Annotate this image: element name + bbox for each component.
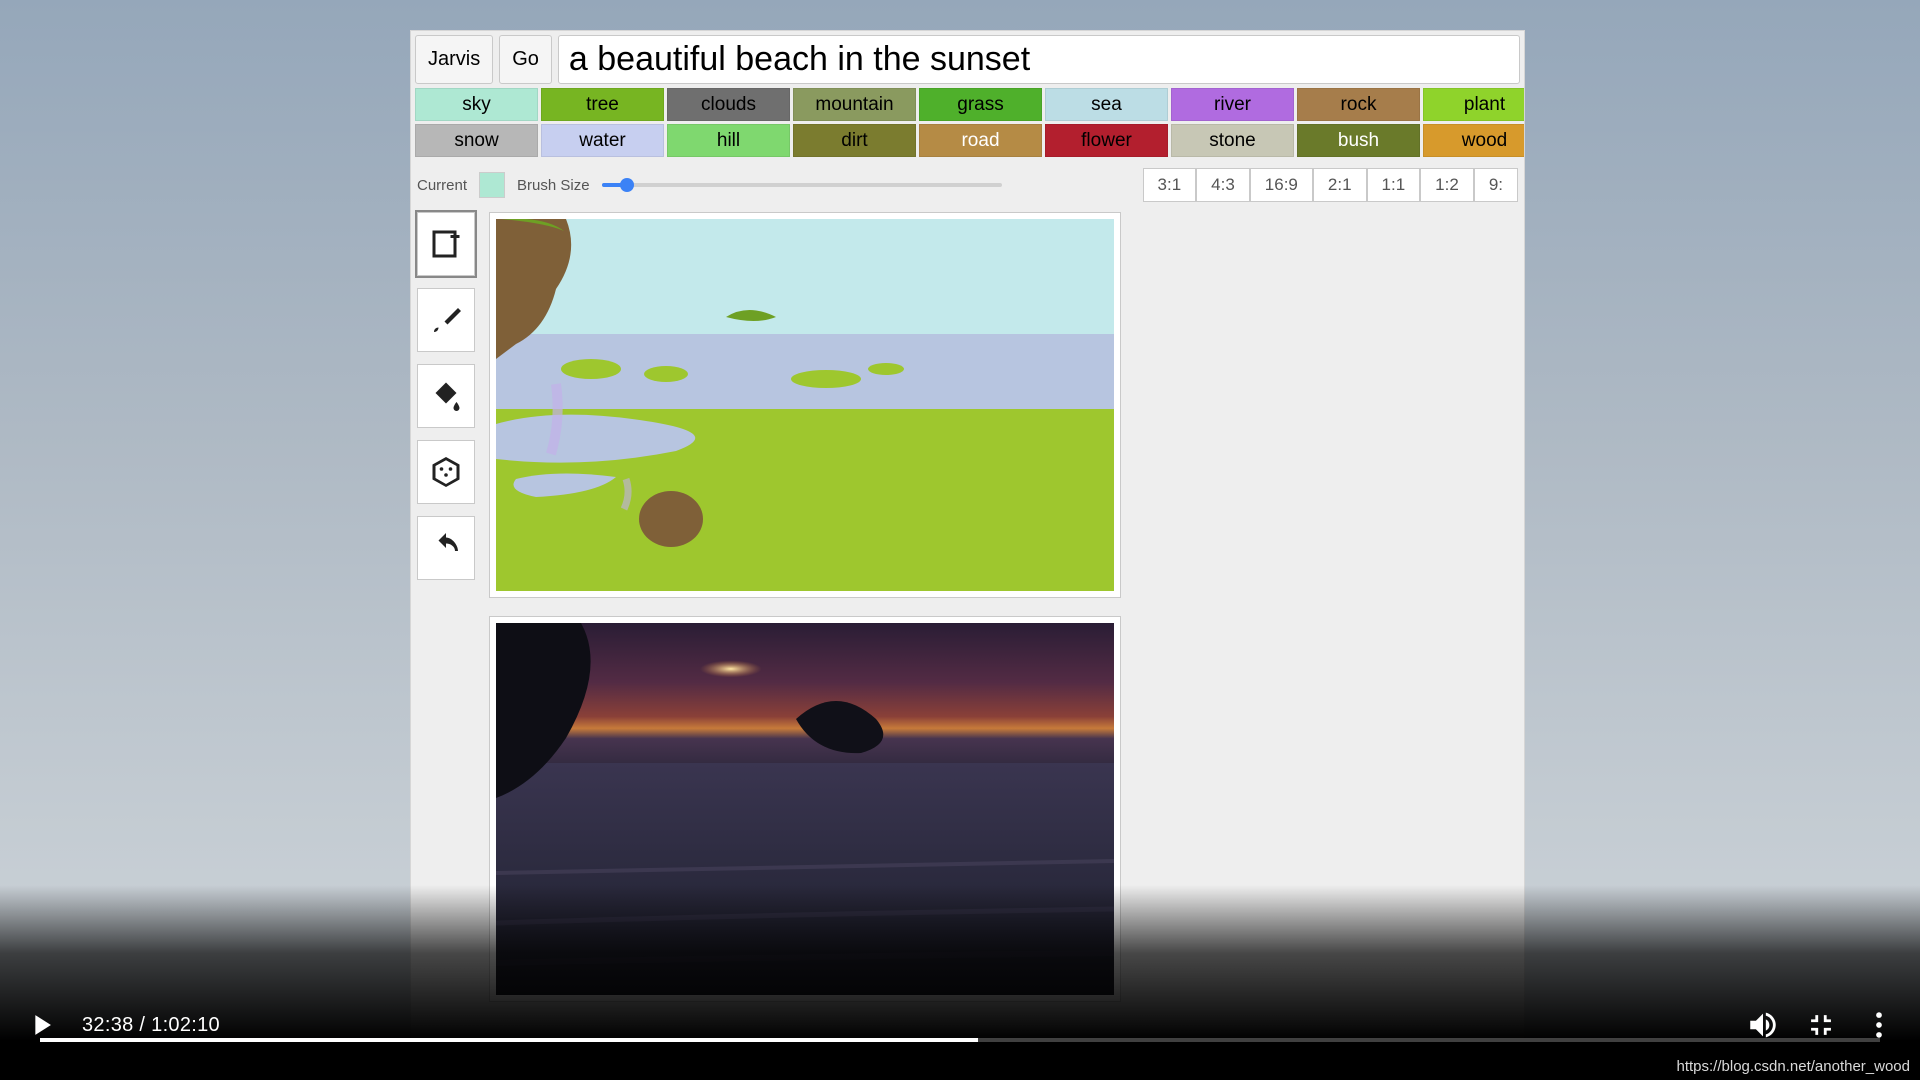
palette-row-2: snowwaterhilldirtroadflowerstonebushwood: [415, 124, 1520, 157]
segmentation-canvas-frame: [489, 212, 1121, 598]
play-icon[interactable]: [24, 1008, 58, 1042]
topbar: Jarvis Go: [411, 31, 1524, 86]
palette-river[interactable]: river: [1171, 88, 1294, 121]
undo-tool[interactable]: [417, 516, 475, 580]
current-label: Current: [417, 177, 467, 194]
link-hint: https://blog.csdn.net/another_wood: [1673, 1057, 1915, 1076]
palette-road[interactable]: road: [919, 124, 1042, 157]
palette-mountain[interactable]: mountain: [793, 88, 916, 121]
aspect-1-2[interactable]: 1:2: [1420, 168, 1474, 202]
timecode: 32:38 / 1:02:10: [82, 1014, 220, 1037]
new-canvas-tool[interactable]: [417, 212, 475, 276]
brush-tool[interactable]: [417, 288, 475, 352]
aspect-9-[interactable]: 9:: [1474, 168, 1518, 202]
palette-clouds[interactable]: clouds: [667, 88, 790, 121]
more-icon[interactable]: [1862, 1008, 1896, 1042]
palette-sky[interactable]: sky: [415, 88, 538, 121]
palette-hill[interactable]: hill: [667, 124, 790, 157]
duration: 1:02:10: [151, 1014, 220, 1036]
aspect-16-9[interactable]: 16:9: [1250, 168, 1313, 202]
palette-dirt[interactable]: dirt: [793, 124, 916, 157]
palette-wood[interactable]: wood: [1423, 124, 1525, 157]
fill-tool[interactable]: [417, 364, 475, 428]
aspect-3-1[interactable]: 3:1: [1143, 168, 1197, 202]
jarvis-button[interactable]: Jarvis: [415, 35, 493, 84]
palette-water[interactable]: water: [541, 124, 664, 157]
palette-bush[interactable]: bush: [1297, 124, 1420, 157]
palette-grass[interactable]: grass: [919, 88, 1042, 121]
material-palette: skytreecloudsmountaingrassseariverrockpl…: [411, 86, 1524, 162]
brush-size-slider[interactable]: [602, 183, 1002, 187]
current-time: 32:38: [82, 1014, 134, 1036]
brush-aspect-row: Current Brush Size 3:14:316:92:11:11:29:: [411, 162, 1524, 202]
segmentation-canvas[interactable]: [496, 219, 1114, 591]
exit-fullscreen-icon[interactable]: [1804, 1008, 1838, 1042]
progress-bar[interactable]: [40, 1038, 1880, 1042]
palette-sea[interactable]: sea: [1045, 88, 1168, 121]
current-swatch: [479, 172, 505, 198]
palette-snow[interactable]: snow: [415, 124, 538, 157]
progress-played: [40, 1038, 978, 1042]
dice-tool[interactable]: [417, 440, 475, 504]
time-sep: /: [134, 1014, 152, 1036]
palette-plant[interactable]: plant: [1423, 88, 1525, 121]
go-button[interactable]: Go: [499, 35, 552, 84]
aspect-2-1[interactable]: 2:1: [1313, 168, 1367, 202]
volume-icon[interactable]: [1746, 1008, 1780, 1042]
palette-tree[interactable]: tree: [541, 88, 664, 121]
aspect-1-1[interactable]: 1:1: [1367, 168, 1421, 202]
video-player-overlay: 32:38 / 1:02:10 https://blog.csdn.net/an…: [0, 885, 1920, 1080]
palette-row-1: skytreecloudsmountaingrassseariverrockpl…: [415, 88, 1520, 121]
palette-flower[interactable]: flower: [1045, 124, 1168, 157]
aspect-4-3[interactable]: 4:3: [1196, 168, 1250, 202]
aspect-ratio-group: 3:14:316:92:11:11:29:: [1143, 168, 1518, 202]
tool-column: [417, 212, 475, 1002]
brush-size-label: Brush Size: [517, 177, 590, 194]
palette-stone[interactable]: stone: [1171, 124, 1294, 157]
palette-rock[interactable]: rock: [1297, 88, 1420, 121]
prompt-input[interactable]: [558, 35, 1520, 84]
canvas-column: [489, 212, 1121, 1002]
